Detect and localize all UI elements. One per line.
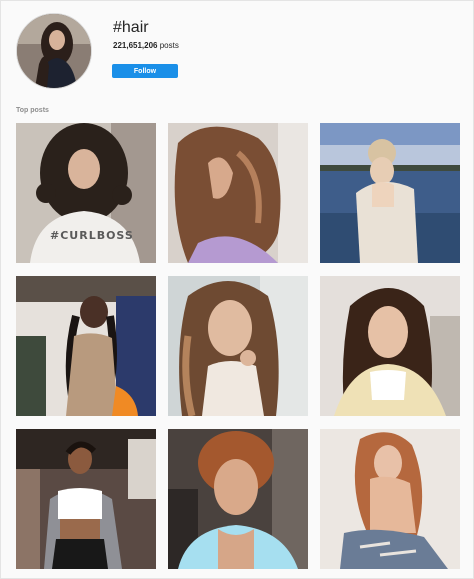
avatar-photo-icon: [17, 14, 91, 88]
post-1-shirt-text: #CURLBOSS: [50, 229, 134, 242]
post-5-photo-icon: [168, 276, 308, 416]
post-braids-car-mirror[interactable]: [16, 276, 156, 416]
post-ponytail-crop-top[interactable]: [16, 429, 156, 569]
top-posts-label: Top posts: [16, 107, 49, 114]
post-9-photo-icon: [320, 429, 460, 569]
follow-button[interactable]: Follow: [112, 64, 178, 78]
post-updo-lake[interactable]: [320, 123, 460, 263]
post-long-wavy-hair-jeans[interactable]: [320, 429, 460, 569]
posts-count-number: 221,651,206: [113, 41, 158, 50]
post-long-dark-hair-sweater[interactable]: [320, 276, 460, 416]
post-7-photo-icon: [16, 429, 156, 569]
post-3-photo-icon: [320, 123, 460, 263]
post-wavy-brown-hair[interactable]: [168, 123, 308, 263]
hashtag-page: #hair 221,651,206 posts Follow Top posts…: [0, 0, 474, 579]
hashtag-header: #hair 221,651,206 posts Follow: [1, 1, 473, 101]
post-1-photo-icon: [16, 123, 156, 263]
post-2-photo-icon: [168, 123, 308, 263]
post-8-photo-icon: [168, 429, 308, 569]
top-posts-grid: #CURLBOSS: [16, 123, 460, 569]
post-curly-hair-tshirt[interactable]: #CURLBOSS: [16, 123, 156, 263]
posts-count: 221,651,206 posts: [113, 41, 179, 50]
post-4-photo-icon: [16, 276, 156, 416]
hashtag-avatar: [16, 13, 92, 89]
post-6-photo-icon: [320, 276, 460, 416]
hashtag-title: #hair: [113, 19, 149, 36]
post-short-curly-hair[interactable]: [168, 429, 308, 569]
posts-count-suffix: posts: [157, 41, 179, 50]
post-balayage-hair-car[interactable]: [168, 276, 308, 416]
